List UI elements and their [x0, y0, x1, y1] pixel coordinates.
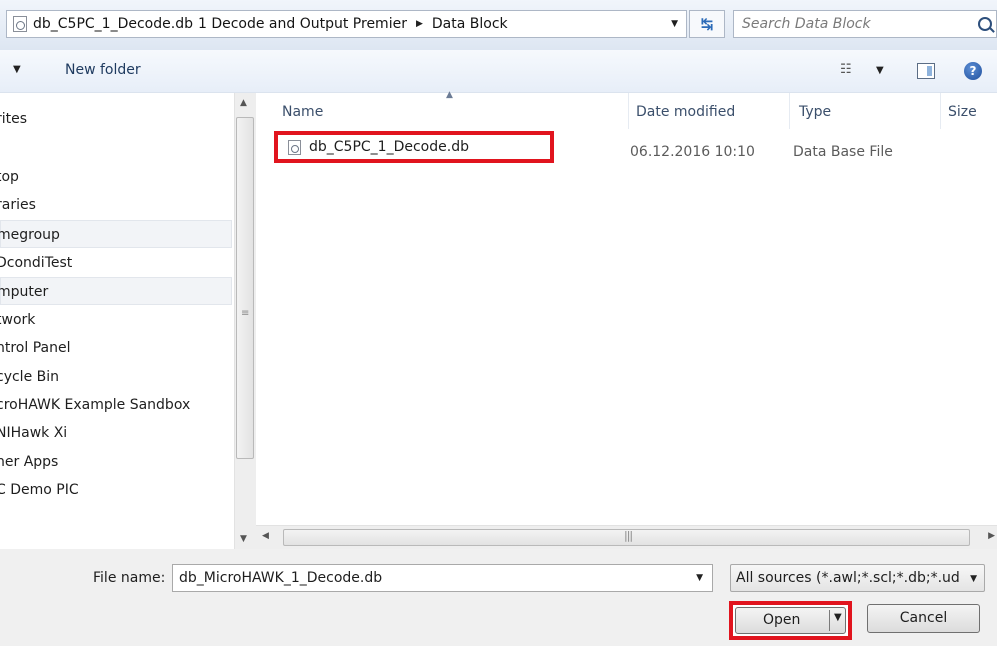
navigation-pane: rites top raries megroup DcondiTest mput… [0, 93, 234, 549]
nav-scrollbar[interactable]: ▲ ≡ ▼ [234, 93, 256, 549]
file-date-modified: 06.12.2016 10:10 [630, 144, 755, 160]
nav-item-plc-demo-pic[interactable]: C Demo PIC [0, 476, 232, 504]
column-header-name[interactable]: Name [282, 104, 323, 120]
nav-item-other-apps[interactable]: her Apps [0, 448, 232, 476]
help-icon[interactable]: ? [964, 62, 982, 80]
scroll-left-icon[interactable]: ◀ [262, 531, 269, 541]
nav-item-libraries[interactable]: raries [0, 191, 232, 219]
nav-item-computer[interactable]: mputer [0, 277, 232, 305]
file-name-combobox[interactable]: ▼ [172, 564, 713, 592]
cancel-button[interactable]: Cancel [867, 604, 980, 633]
nav-item-recycle-bin[interactable]: cycle Bin [0, 363, 232, 391]
new-folder-button[interactable]: New folder [65, 62, 141, 78]
split-divider [829, 610, 830, 631]
toolbar: ▼ New folder ☷ ▼ ? [0, 50, 997, 93]
db-file-icon [288, 139, 301, 155]
preview-pane-icon[interactable] [917, 63, 935, 79]
search-box[interactable] [733, 10, 997, 38]
file-type-filter[interactable]: All sources (*.awl;*.scl;*.db;*.ud ▼ [730, 564, 985, 592]
column-header-date-modified[interactable]: Date modified [636, 104, 735, 120]
refresh-icon: ↹ [700, 15, 714, 33]
breadcrumb-segment-data-block[interactable]: Data Block [432, 16, 508, 32]
file-type: Data Base File [793, 144, 893, 160]
nav-scroll-thumb[interactable]: ≡ [236, 117, 254, 459]
column-divider[interactable] [789, 93, 790, 129]
sort-ascending-icon: ▲ [446, 90, 453, 100]
search-input[interactable] [742, 15, 968, 33]
breadcrumb[interactable]: db_C5PC_1_Decode.db 1 Decode and Output … [6, 10, 687, 38]
dialog-footer: File name: ▼ All sources (*.awl;*.scl;*.… [0, 549, 997, 646]
open-button-highlight: Open ▼ [729, 601, 852, 640]
nav-item-dconditest[interactable]: DcondiTest [0, 249, 232, 277]
open-button-label: Open [763, 612, 801, 628]
breadcrumb-separator-icon[interactable]: ▶ [416, 19, 423, 29]
views-icon[interactable]: ☷ [840, 62, 852, 77]
nav-item-homegroup[interactable]: megroup [0, 220, 232, 248]
file-name[interactable]: db_C5PC_1_Decode.db [309, 139, 469, 155]
column-divider[interactable] [628, 93, 629, 129]
nav-item-favorites[interactable]: rites [0, 105, 232, 133]
address-dropdown-icon[interactable]: ▼ [671, 19, 678, 29]
scroll-down-icon[interactable]: ▼ [240, 534, 247, 544]
horizontal-scroll-thumb[interactable]: ||| [283, 529, 970, 546]
open-button[interactable]: Open ▼ [735, 607, 846, 634]
file-name-cell[interactable]: db_C5PC_1_Decode.db [274, 131, 554, 163]
nav-item-blank[interactable] [0, 133, 232, 161]
file-row[interactable]: db_C5PC_1_Decode.db 06.12.2016 10:10 Dat… [274, 131, 994, 163]
file-name-dropdown-icon[interactable]: ▼ [696, 573, 703, 583]
nav-item-minihawk-xi[interactable]: NIHawk Xi [0, 419, 232, 447]
organize-dropdown-icon[interactable]: ▼ [13, 64, 21, 75]
column-header-type[interactable]: Type [799, 104, 831, 120]
file-icon [13, 16, 27, 32]
filter-dropdown-icon[interactable]: ▼ [970, 566, 977, 591]
open-dropdown-icon[interactable]: ▼ [834, 612, 842, 623]
nav-item-control-panel[interactable]: ntrol Panel [0, 334, 232, 362]
nav-item-desktop[interactable]: top [0, 163, 232, 191]
file-name-label: File name: [93, 570, 166, 586]
refresh-button[interactable]: ↹ [689, 10, 725, 38]
file-name-input[interactable] [179, 569, 679, 587]
scroll-right-icon[interactable]: ▶ [988, 531, 995, 541]
horizontal-scrollbar[interactable]: ◀ ||| ▶ [256, 525, 997, 549]
nav-item-microhawk-sandbox[interactable]: croHAWK Example Sandbox [0, 391, 232, 419]
scroll-up-icon[interactable]: ▲ [240, 98, 247, 108]
file-type-filter-value: All sources (*.awl;*.scl;*.db;*.ud [736, 570, 960, 586]
views-dropdown-icon[interactable]: ▼ [876, 65, 884, 76]
scroll-grip-icon: ||| [624, 529, 633, 542]
breadcrumb-segment-project[interactable]: 1 Decode and Output Premier [198, 16, 407, 32]
search-icon[interactable] [978, 17, 992, 31]
scroll-grip-icon: ≡ [241, 308, 250, 319]
column-header-size[interactable]: Size [948, 104, 977, 120]
breadcrumb-segment-file[interactable]: db_C5PC_1_Decode.db [33, 16, 193, 32]
column-divider[interactable] [940, 93, 941, 129]
nav-item-network[interactable]: twork [0, 306, 232, 334]
file-list: ▲ Name Date modified Type Size db_C5PC_1… [256, 90, 997, 525]
address-bar: db_C5PC_1_Decode.db 1 Decode and Output … [0, 0, 997, 50]
